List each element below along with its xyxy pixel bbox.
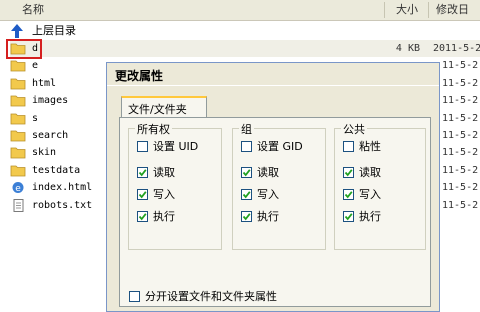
checkbox-box[interactable] bbox=[241, 211, 252, 222]
checkbox-box[interactable] bbox=[137, 141, 148, 152]
file-date: 11-5-2 bbox=[442, 95, 479, 107]
checkbox-label: 执行 bbox=[359, 210, 381, 223]
folder-icon bbox=[10, 113, 26, 124]
checkbox-box[interactable] bbox=[129, 291, 140, 302]
change-attributes-dialog: 更改属性 文件/文件夹 所有权设置 UID 读取写入执行 组设置 GID 读取写入执行… bbox=[106, 62, 440, 312]
checkbox-box[interactable] bbox=[343, 141, 354, 152]
file-row[interactable]: html bbox=[10, 75, 105, 92]
group-label: 组 bbox=[239, 121, 254, 137]
checkbox-box[interactable] bbox=[343, 189, 354, 200]
checkbox-box[interactable] bbox=[241, 141, 252, 152]
file-name: robots.txt bbox=[32, 199, 93, 211]
file-name: testdata bbox=[32, 164, 81, 176]
text-file-icon bbox=[13, 198, 24, 212]
up-arrow-icon bbox=[11, 24, 23, 38]
checkbox-label: 粘性 bbox=[359, 140, 381, 153]
checkbox-box[interactable] bbox=[137, 211, 148, 222]
file-row[interactable]: skin bbox=[10, 144, 105, 161]
checkbox-label: 设置 GID bbox=[257, 140, 303, 153]
checkbox-label: 写入 bbox=[257, 188, 279, 201]
file-date: 11-5-2 bbox=[442, 199, 479, 211]
folder-icon bbox=[10, 95, 26, 107]
selection-highlight-box bbox=[6, 39, 42, 59]
file-row[interactable]: robots.txt bbox=[10, 197, 105, 214]
folder-icon bbox=[10, 147, 26, 159]
column-separator bbox=[428, 2, 429, 18]
checkbox-label: 写入 bbox=[359, 188, 381, 201]
group-label: 公共 bbox=[341, 121, 367, 137]
permission-group: 组设置 GID 读取写入执行 bbox=[232, 121, 326, 250]
dialog-title: 更改属性 bbox=[115, 69, 164, 83]
file-row[interactable]: e bbox=[10, 57, 105, 74]
checkbox-box[interactable] bbox=[241, 189, 252, 200]
file-name: skin bbox=[32, 147, 57, 159]
checkbox-label: 读取 bbox=[257, 166, 279, 179]
file-row[interactable]: s bbox=[10, 110, 105, 127]
file-name: html bbox=[32, 77, 57, 89]
parent-directory-label: 上层目录 bbox=[32, 24, 76, 37]
checkbox-label: 分开设置文件和文件夹属性 bbox=[145, 290, 277, 303]
file-date: 11-5-2 bbox=[442, 60, 479, 72]
file-date: 11-5-2 bbox=[442, 112, 479, 124]
column-separator bbox=[384, 2, 385, 18]
file-size: 4 KB bbox=[395, 43, 420, 54]
checkbox-box[interactable] bbox=[137, 167, 148, 178]
column-header-name[interactable]: 名称 bbox=[22, 0, 44, 20]
file-date: 11-5-2 bbox=[442, 182, 479, 194]
checkbox-box[interactable] bbox=[343, 211, 354, 222]
folder-icon bbox=[10, 130, 26, 142]
file-date: 11-5-2 bbox=[442, 77, 479, 89]
folder-icon bbox=[10, 60, 26, 72]
file-name: e bbox=[32, 60, 39, 72]
html-file-icon: e bbox=[12, 182, 24, 194]
file-name: images bbox=[32, 95, 69, 107]
column-header-size[interactable]: 大小 bbox=[396, 0, 418, 20]
file-row[interactable]: images bbox=[10, 92, 105, 109]
folder-icon bbox=[10, 165, 26, 177]
dialog-title-bar[interactable]: 更改属性 bbox=[107, 63, 439, 86]
tab-panel: 所有权 设置 UID 读取 写入 执行组设置 GID 读取 写入 执行 公共 粘性 读取 写入 执行 bbox=[119, 117, 431, 307]
folder-icon bbox=[10, 78, 26, 90]
file-date: 11-5-2 bbox=[442, 130, 479, 141]
permission-group: 公共粘性读取写入执行 bbox=[334, 121, 426, 250]
permission-group: 所有权设置 UID 读取写入执行 bbox=[128, 121, 222, 250]
checkbox-label: 设置 UID bbox=[153, 140, 199, 153]
file-name: s bbox=[32, 112, 39, 124]
tab-label: 文件/文件夹 bbox=[128, 103, 187, 116]
checkbox-label: 读取 bbox=[153, 166, 175, 179]
checkbox-box[interactable] bbox=[343, 167, 354, 178]
checkbox-label: 执行 bbox=[257, 210, 279, 223]
checkbox-box[interactable] bbox=[137, 189, 148, 200]
checkbox-label: 执行 bbox=[153, 210, 175, 223]
file-row[interactable]: e index.html bbox=[10, 179, 105, 196]
checkbox-label: 读取 bbox=[359, 166, 381, 179]
svg-text:e: e bbox=[15, 184, 21, 194]
checkbox-label: 写入 bbox=[153, 188, 175, 201]
file-date: 11-5-2 bbox=[442, 164, 479, 176]
file-date: 11-5-2 bbox=[442, 147, 479, 159]
file-row[interactable]: search bbox=[10, 127, 105, 144]
file-row[interactable]: testdata bbox=[10, 162, 105, 179]
column-header-date[interactable]: 修改日 bbox=[436, 0, 469, 20]
group-label: 所有权 bbox=[135, 121, 172, 137]
column-header-bar: 名称 大小 修改日 bbox=[0, 0, 480, 21]
file-date: 2011-5-2 bbox=[433, 43, 480, 54]
parent-directory-link[interactable]: 上层目录 bbox=[10, 22, 110, 40]
checkbox-box[interactable] bbox=[241, 167, 252, 178]
file-name: index.html bbox=[32, 182, 93, 194]
file-name: search bbox=[32, 130, 69, 141]
tab-files-folders[interactable]: 文件/文件夹 bbox=[121, 96, 207, 118]
